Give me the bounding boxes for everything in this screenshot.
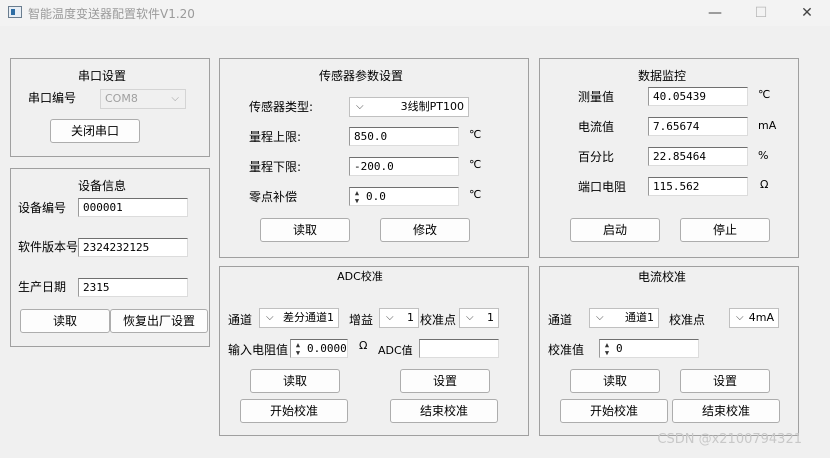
percent-unit: % [758,149,769,162]
adc-start-calibration-button[interactable]: 开始校准 [240,399,348,423]
production-date-input[interactable]: 2315 [78,278,188,297]
adc-gain-select[interactable]: ⌵ 1 [379,308,419,328]
factory-reset-button[interactable]: 恢复出厂设置 [110,309,208,333]
current-value-output: 7.65674 [648,117,748,136]
maximize-button[interactable]: ☐ [738,0,784,26]
spin-arrows-icon[interactable]: ▲ ▼ [352,189,362,205]
window-title: 智能温度变送器配置软件V1.20 [28,7,195,21]
adc-channel-select[interactable]: ⌵ 差分通道1 [259,308,339,328]
input-resistance-value: 0.0000 [307,342,347,355]
app-icon [8,6,22,18]
input-resistance-label: 输入电阻值 [228,343,289,357]
current-set-button[interactable]: 设置 [680,369,770,393]
measured-value-unit: ℃ [758,88,771,101]
sensor-params-title: 传感器参数设置 [318,69,404,83]
watermark: CSDN @x2100794321 [657,432,802,447]
zero-compensation-unit: ℃ [469,188,482,201]
current-start-calibration-button[interactable]: 开始校准 [560,399,668,423]
adc-point-select[interactable]: ⌵ 1 [459,308,499,328]
device-info-title: 设备信息 [77,179,127,193]
adc-point-value: 1 [487,311,494,324]
minimize-button[interactable]: — [692,0,738,26]
range-lower-unit: ℃ [469,158,482,171]
adc-value-label: ADC值 [378,344,413,357]
chevron-down-icon: ⌵ [266,312,274,323]
range-upper-label: 量程上限: [249,130,302,144]
ohm-unit: Ω [359,339,368,352]
software-version-label: 软件版本号 [18,240,79,254]
serial-settings-title: 串口设置 [77,69,127,83]
production-date-label: 生产日期 [18,280,67,294]
adc-set-button[interactable]: 设置 [400,369,490,393]
percent-output: 22.85464 [648,147,748,166]
adc-gain-label: 增益 [349,313,374,327]
serial-port-label: 串口编号 [28,91,77,105]
serial-port-value: COM8 [105,92,138,105]
adc-channel-label: 通道 [228,313,253,327]
monitor-stop-button[interactable]: 停止 [680,218,770,242]
zero-compensation-spinbox[interactable]: ▲ ▼ 0.0 [349,187,459,206]
chevron-down-icon: ⌵ [171,93,179,104]
chevron-down-icon: ⌵ [466,312,474,323]
adc-value-input[interactable] [419,339,499,358]
range-lower-input[interactable]: -200.0 [349,157,459,176]
current-point-select[interactable]: ⌵ 4mA [729,308,779,328]
sensor-read-button[interactable]: 读取 [260,218,350,242]
chevron-down-icon: ⌵ [386,312,394,323]
chevron-down-icon: ⌵ [736,312,744,323]
input-resistance-spinbox[interactable]: ▲ ▼ 0.0000 [290,339,348,358]
range-lower-label: 量程下限: [249,160,302,174]
serial-port-select[interactable]: COM8 ⌵ [100,89,186,109]
chevron-down-icon: ⌵ [596,312,604,323]
port-resistance-label: 端口电阻 [578,180,627,194]
port-resistance-output: 115.562 [648,177,748,196]
close-window-button[interactable]: ✕ [784,0,830,26]
adc-gain-value: 1 [407,311,414,324]
current-calibration-title: 电流校准 [637,270,687,284]
adc-point-label: 校准点 [420,313,457,327]
calibration-value-label: 校准值 [548,343,585,357]
device-id-input[interactable]: 000001 [78,198,188,217]
current-channel-label: 通道 [548,313,573,327]
zero-compensation-label: 零点补偿 [249,190,298,204]
sensor-type-value: 3线制PT100 [400,100,464,113]
current-channel-value: 通道1 [625,311,654,324]
current-point-label: 校准点 [669,313,706,327]
zero-compensation-value: 0.0 [366,190,386,203]
range-upper-unit: ℃ [469,128,482,141]
data-monitor-title: 数据监控 [637,69,687,83]
current-value-unit: mA [758,119,777,132]
chevron-down-icon: ⌵ [356,101,364,112]
device-id-label: 设备编号 [18,201,67,215]
measured-value-label: 测量值 [578,90,615,104]
range-upper-input[interactable]: 850.0 [349,127,459,146]
close-serial-button[interactable]: 关闭串口 [50,119,140,143]
current-end-calibration-button[interactable]: 结束校准 [672,399,780,423]
calibration-value: 0 [616,342,623,355]
measured-value-output: 40.05439 [648,87,748,106]
current-point-value: 4mA [748,311,774,324]
monitor-start-button[interactable]: 启动 [570,218,660,242]
calibration-value-spinbox[interactable]: ▲ ▼ 0 [599,339,699,358]
adc-calibration-title: ADC校准 [337,270,383,283]
spin-arrows-icon[interactable]: ▲ ▼ [293,341,303,357]
current-channel-select[interactable]: ⌵ 通道1 [589,308,659,328]
percent-label: 百分比 [578,150,615,164]
adc-end-calibration-button[interactable]: 结束校准 [390,399,498,423]
device-read-button[interactable]: 读取 [20,309,110,333]
port-resistance-unit: Ω [760,178,769,191]
adc-read-button[interactable]: 读取 [250,369,340,393]
software-version-input[interactable]: 2324232125 [78,238,188,257]
current-value-label: 电流值 [578,120,615,134]
current-read-button[interactable]: 读取 [570,369,660,393]
adc-channel-value: 差分通道1 [283,311,334,324]
spin-arrows-icon[interactable]: ▲ ▼ [602,341,612,357]
sensor-type-select[interactable]: ⌵ 3线制PT100 [349,97,469,117]
sensor-modify-button[interactable]: 修改 [380,218,470,242]
sensor-type-label: 传感器类型: [249,100,314,114]
